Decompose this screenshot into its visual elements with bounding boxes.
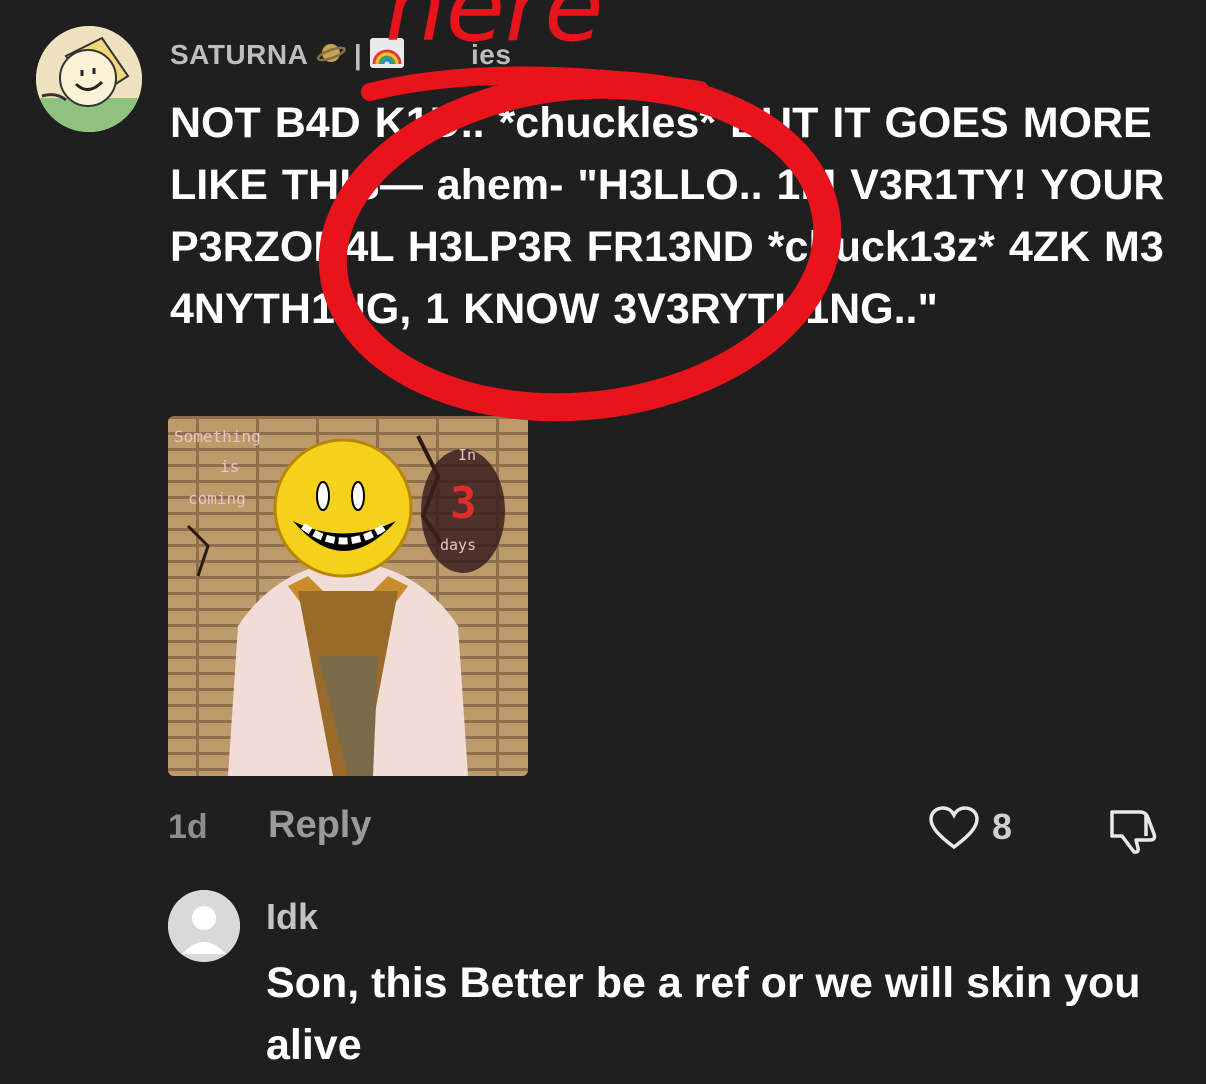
caption-coming: coming — [188, 489, 246, 508]
username-suffix: ies — [471, 39, 512, 70]
reply-button[interactable]: Reply — [268, 804, 371, 847]
reply-username[interactable]: Idk — [266, 896, 318, 938]
reply-body: Son, this Better be a ref or we will ski… — [266, 959, 1141, 1069]
comment-body: NOT B4D K1D.. *chuckles* BUT IT GOES MOR… — [170, 99, 1165, 333]
caption-days: days — [440, 536, 476, 554]
comment-image[interactable]: Something is coming In 3 days — [168, 416, 528, 776]
username-text: SATURNA — [170, 39, 308, 70]
username-divider: | — [353, 39, 363, 70]
planet-emoji-icon — [316, 38, 346, 68]
commenter-username[interactable]: SATURNA | ies — [170, 38, 511, 71]
avatar-character-icon — [36, 26, 142, 132]
caption-number: 3 — [450, 478, 477, 529]
thumbs-down-icon[interactable] — [1106, 806, 1162, 859]
heart-icon[interactable] — [928, 806, 980, 855]
caption-something: Something — [174, 427, 261, 446]
artwork-smiley-figure: Something is coming In 3 days — [168, 416, 528, 776]
caption-in: In — [458, 446, 476, 464]
reply-avatar[interactable] — [168, 890, 240, 962]
like-count: 8 — [992, 806, 1013, 847]
default-user-icon — [168, 890, 240, 962]
comment-timestamp: 1d — [168, 808, 208, 846]
rainbow-emoji-icon — [370, 38, 405, 68]
commenter-avatar[interactable] — [36, 26, 142, 132]
caption-is: is — [220, 457, 239, 476]
red-stroke-mark — [361, 66, 709, 101]
